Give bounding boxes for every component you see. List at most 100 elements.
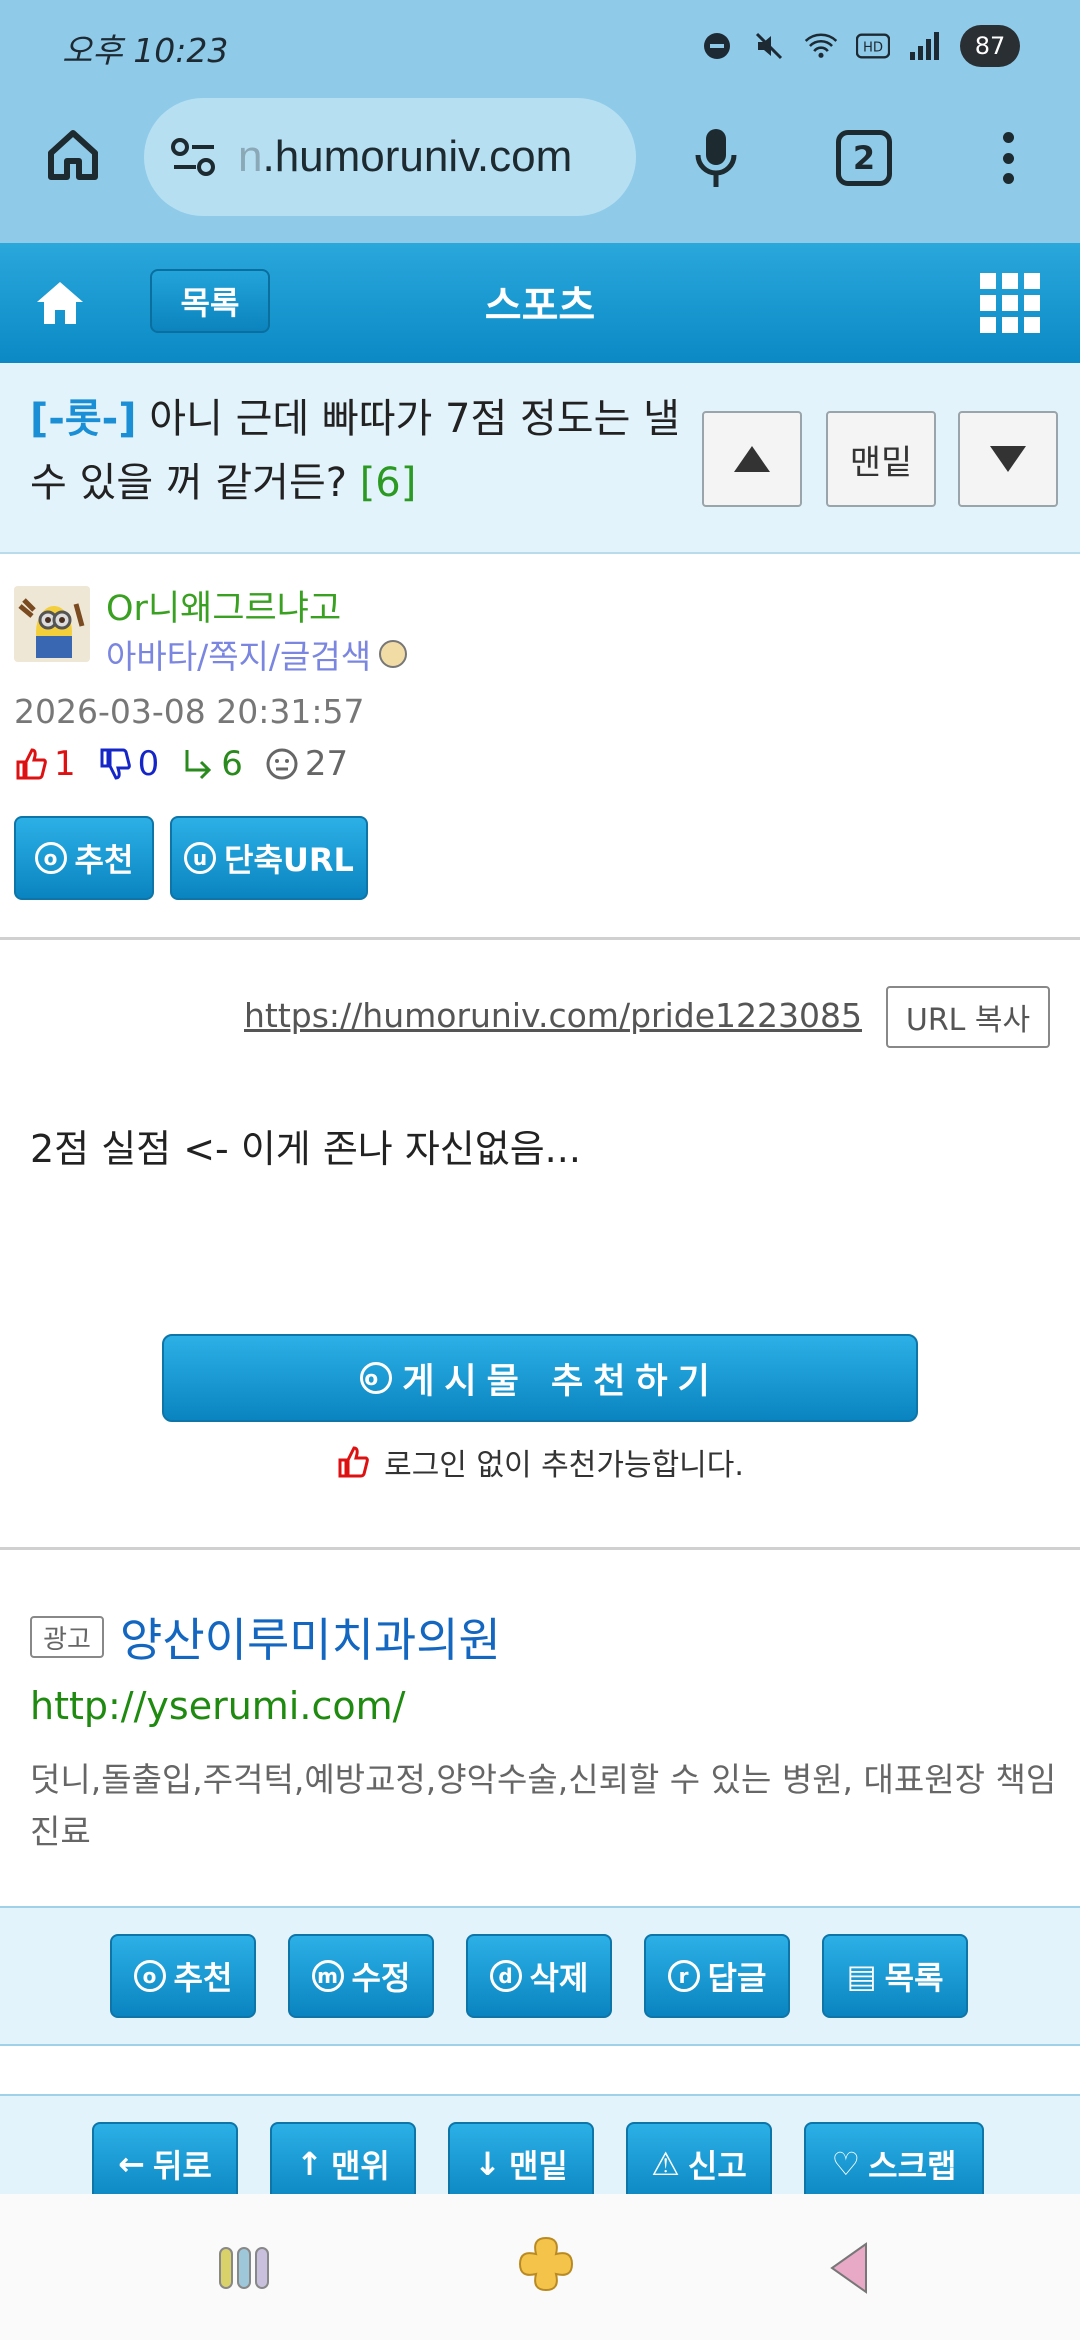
- action-label: 답글: [707, 1959, 767, 1997]
- thumbs-down-icon: [100, 748, 131, 780]
- scrap-button[interactable]: ♡ 스크랩: [804, 2122, 984, 2194]
- upvote-stat: 1: [14, 744, 76, 784]
- reply-stat: 6: [181, 744, 243, 784]
- triangle-up-icon: [734, 446, 770, 472]
- arrow-down-icon: ↓: [474, 2145, 501, 2183]
- back-triangle-icon: [830, 2242, 867, 2294]
- scroll-bottom-button[interactable]: 맨밑: [826, 411, 936, 507]
- ad-description: 덧니,돌출입,주걱턱,예방교정,양악수술,신뢰할 수 있는 병원, 대표원장 책…: [30, 1760, 1057, 1851]
- short-url-label: 단축URL: [224, 841, 354, 879]
- recent-apps-button[interactable]: [218, 2242, 270, 2294]
- author-nickname[interactable]: Or니왜그르냐고: [106, 580, 341, 631]
- o-key-icon: o: [360, 1362, 393, 1394]
- view-stat: 27: [265, 744, 348, 784]
- post-title-area: [-롯-] 아니 근데 빠따가 7점 정도는 낼 수 있을 꺼 같거든? [6]…: [0, 363, 1080, 554]
- site-settings-icon[interactable]: [170, 136, 218, 178]
- heart-icon: ♡: [831, 2145, 861, 2183]
- recommend-note-text: 로그인 없이 추천가능합니다.: [384, 1448, 744, 1483]
- ad-title[interactable]: 양산이루미치과의원: [120, 1604, 501, 1670]
- r-key-icon: r: [667, 1960, 700, 1992]
- reply-arrow-icon: [185, 750, 212, 780]
- author-links-text[interactable]: 아바타/쪽지/글검색: [106, 630, 371, 678]
- author-links[interactable]: 아바타/쪽지/글검색: [106, 630, 408, 678]
- arrow-left-icon: ←: [118, 2145, 145, 2183]
- action-label: 스크랩: [868, 2147, 957, 2185]
- thumbs-up-icon: [338, 1446, 369, 1478]
- wifi-icon: [804, 29, 838, 63]
- site-home-button[interactable]: [30, 273, 90, 333]
- action-reply-button[interactable]: r 답글: [644, 1934, 790, 2018]
- post-body-text: 2점 실점 <- 이게 존나 자신없음...: [30, 1127, 581, 1171]
- list-icon: ▤: [846, 1957, 877, 1995]
- action-label: 추천: [173, 1959, 233, 1997]
- microphone-icon: [695, 129, 737, 187]
- big-recommend-label: 게시물 추천하기: [402, 1361, 720, 1402]
- d-key-icon: d: [489, 1960, 522, 1992]
- triangle-down-icon: [990, 446, 1026, 472]
- action-edit-button[interactable]: m 수정: [288, 1934, 434, 2018]
- comment-count[interactable]: [6]: [360, 460, 417, 506]
- arrow-up-icon: ↑: [296, 2145, 323, 2183]
- browser-home-button[interactable]: [38, 120, 108, 190]
- scroll-down-button[interactable]: [958, 411, 1058, 507]
- dnd-icon: [700, 29, 734, 63]
- downvote-stat: 0: [98, 744, 160, 784]
- report-button[interactable]: ⚠ 신고: [626, 2122, 772, 2194]
- menu-grid-icon[interactable]: [980, 273, 1040, 333]
- recommend-label: 추천: [74, 841, 134, 879]
- mute-icon: [752, 29, 786, 63]
- action-label: 맨밑: [508, 2147, 568, 2185]
- home-icon: [48, 130, 98, 180]
- post-stats: 1 0 6 27: [14, 744, 370, 784]
- m-key-icon: m: [311, 1960, 344, 1992]
- action-label: 수정: [351, 1959, 411, 1997]
- o-key-icon: o: [133, 1960, 166, 1992]
- action-list-button[interactable]: ▤ 목록: [822, 1934, 968, 2018]
- system-back-button[interactable]: [826, 2240, 870, 2296]
- action-label: 삭제: [529, 1959, 589, 1997]
- big-recommend-button[interactable]: o 게시물 추천하기: [162, 1334, 918, 1422]
- go-bottom-button[interactable]: ↓ 맨밑: [448, 2122, 594, 2194]
- post-tag: [-롯-]: [30, 396, 137, 442]
- recommend-note: 로그인 없이 추천가능합니다.: [0, 1440, 1080, 1484]
- upvote-count: 1: [54, 744, 76, 784]
- back-button[interactable]: ← 뒤로: [92, 2122, 238, 2194]
- action-label: 맨위: [330, 2147, 390, 2185]
- browser-menu-button[interactable]: [988, 126, 1028, 190]
- downvote-count: 0: [137, 744, 160, 784]
- post-title: [-롯-] 아니 근데 빠따가 7점 정도는 낼 수 있을 꺼 같거든? [6]: [30, 387, 680, 515]
- url-bar[interactable]: n.humoruniv.com: [144, 98, 636, 216]
- action-label: 뒤로: [152, 2147, 212, 2185]
- view-count: 27: [304, 744, 349, 784]
- post-actions-bar: o 추천 m 수정 d 삭제 r 답글 ▤ 목록: [0, 1906, 1080, 2046]
- warning-icon: ⚠: [651, 2145, 680, 2183]
- short-url-button[interactable]: u 단축URL: [170, 816, 368, 900]
- ad-block[interactable]: 광고 양산이루미치과의원 http://yserumi.com/ 덧니,돌출입,…: [0, 1552, 1080, 1906]
- action-recommend-button[interactable]: o 추천: [110, 1934, 256, 2018]
- action-label: 목록: [884, 1959, 944, 1997]
- permalink[interactable]: https://humoruniv.com/pride1223085: [244, 996, 862, 1035]
- voice-search-button[interactable]: [684, 124, 748, 194]
- battery-indicator: 87: [960, 25, 1020, 67]
- hd-icon: HD: [856, 29, 890, 63]
- system-nav-bar: [0, 2194, 1080, 2340]
- recent-apps-icon: [219, 2247, 269, 2289]
- go-top-button[interactable]: ↑ 맨위: [270, 2122, 416, 2194]
- nav-actions-bar: ← 뒤로 ↑ 맨위 ↓ 맨밑 ⚠ 신고 ♡ 스크랩: [0, 2094, 1080, 2194]
- home-icon: [37, 282, 83, 324]
- copy-url-button[interactable]: URL 복사: [886, 986, 1050, 1048]
- post-content: https://humoruniv.com/pride1223085 URL 복…: [0, 942, 1080, 1550]
- clover-home-icon: [518, 2236, 574, 2292]
- action-delete-button[interactable]: d 삭제: [466, 1934, 612, 2018]
- list-button[interactable]: 목록: [150, 269, 270, 333]
- status-time: 오후 10:23: [62, 31, 229, 70]
- thumbs-up-icon: [16, 748, 47, 780]
- ad-url[interactable]: http://yserumi.com/: [30, 1684, 405, 1728]
- scroll-top-button[interactable]: [702, 411, 802, 507]
- avatar[interactable]: [14, 586, 90, 662]
- smiley-icon: [266, 748, 298, 780]
- recommend-button[interactable]: o 추천: [14, 816, 154, 900]
- system-home-button[interactable]: [516, 2234, 576, 2294]
- status-icons: HD 87: [700, 24, 1020, 68]
- tab-switcher-button[interactable]: 2: [836, 130, 892, 186]
